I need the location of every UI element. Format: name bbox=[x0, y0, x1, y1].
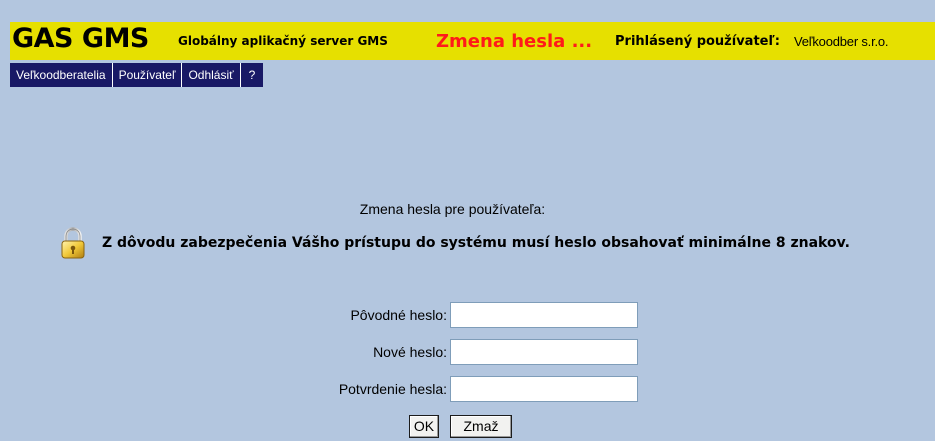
form-section-title-text: Zmena hesla pre používateľa: bbox=[359, 201, 546, 217]
logged-user-label: Prihlásený používateľ: bbox=[615, 34, 780, 49]
lock-icon bbox=[61, 227, 85, 259]
form-row-old-password: Pôvodné heslo: bbox=[0, 302, 935, 328]
form-section-title: Zmena hesla pre používateľa: bbox=[0, 201, 935, 217]
confirm-password-input[interactable] bbox=[450, 376, 638, 402]
app-subtitle: Globálny aplikačný server GMS bbox=[178, 34, 388, 48]
ok-button[interactable]: OK bbox=[409, 415, 439, 438]
form-row-confirm-password: Potvrdenie hesla: bbox=[0, 376, 935, 402]
page-title: Zmena hesla ... bbox=[436, 31, 593, 52]
password-notice-text: Z dôvodu zabezpečenia Vášho prístupu do … bbox=[102, 235, 850, 251]
main-menu: Veľkoodberatelia Používateľ Odhlásiť ? bbox=[10, 63, 264, 87]
header-bar: GAS GMS Globálny aplikačný server GMS Zm… bbox=[10, 22, 935, 60]
new-password-input[interactable] bbox=[450, 339, 638, 365]
confirm-password-label: Potvrdenie hesla: bbox=[338, 381, 447, 397]
password-notice: Z dôvodu zabezpečenia Vášho prístupu do … bbox=[60, 225, 850, 261]
logged-user-name: Veľkoodber s.r.o. bbox=[794, 34, 889, 49]
clear-button[interactable]: Zmaž bbox=[450, 415, 512, 438]
app-logo: GAS GMS bbox=[12, 23, 149, 54]
form-row-new-password: Nové heslo: bbox=[0, 339, 935, 365]
menu-item-odhlasit[interactable]: Odhlásiť bbox=[182, 63, 241, 87]
menu-item-velkoodberatelia[interactable]: Veľkoodberatelia bbox=[10, 63, 113, 87]
menu-item-help[interactable]: ? bbox=[241, 63, 264, 87]
old-password-input[interactable] bbox=[450, 302, 638, 328]
menu-item-pouzivatel[interactable]: Používateľ bbox=[113, 63, 183, 87]
old-password-label: Pôvodné heslo: bbox=[350, 307, 447, 323]
new-password-label: Nové heslo: bbox=[373, 344, 447, 360]
